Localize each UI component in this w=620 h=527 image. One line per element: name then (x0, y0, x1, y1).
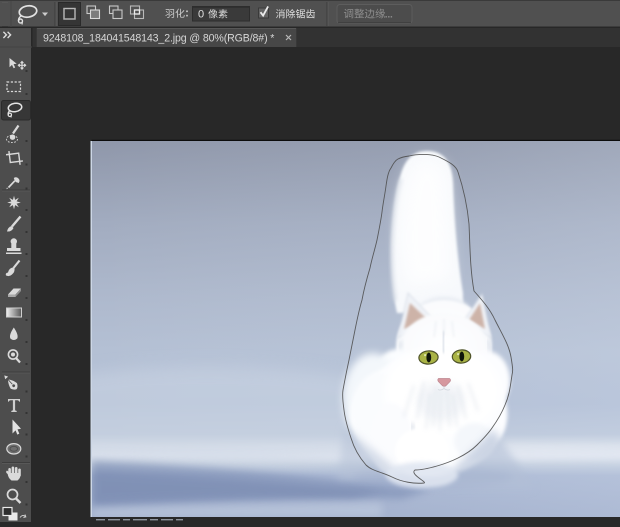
svg-text:0: 0 (198, 9, 204, 21)
svg-text:9248108_184041548143_2.jpg @ 8: 9248108_184041548143_2.jpg @ 80%(RGB/8#)… (43, 33, 274, 45)
